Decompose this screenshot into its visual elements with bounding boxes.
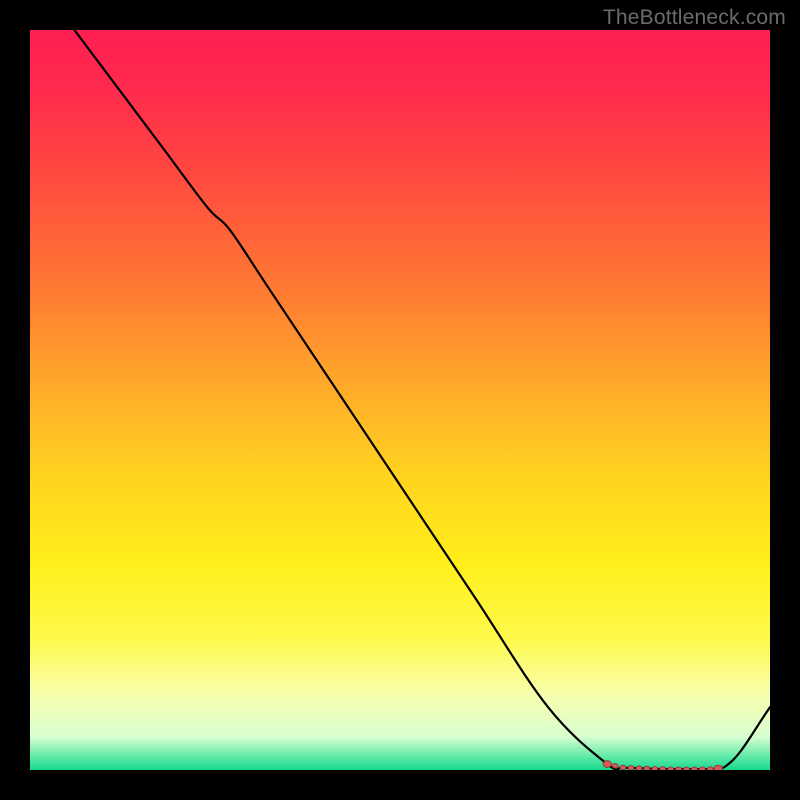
optimal-dot xyxy=(707,767,713,770)
watermark-text: TheBottleneck.com xyxy=(603,6,786,30)
optimal-dot xyxy=(676,767,682,770)
optimal-dot xyxy=(644,766,650,770)
optimal-dot xyxy=(628,766,634,770)
optimal-dot xyxy=(714,765,722,770)
optimal-dot xyxy=(691,767,697,770)
optimal-dot xyxy=(660,767,666,770)
optimal-dot xyxy=(652,766,658,770)
optimal-dot xyxy=(603,761,611,768)
optimal-dot xyxy=(699,767,705,770)
chart-svg xyxy=(30,30,770,770)
optimal-dot xyxy=(636,766,642,770)
optimal-dot xyxy=(612,764,618,769)
gradient-background xyxy=(30,30,770,770)
chart-plot-area xyxy=(30,30,770,770)
optimal-dot xyxy=(668,767,674,770)
optimal-dot xyxy=(683,767,689,770)
optimal-dot xyxy=(620,765,626,770)
chart-stage: TheBottleneck.com xyxy=(0,0,800,800)
